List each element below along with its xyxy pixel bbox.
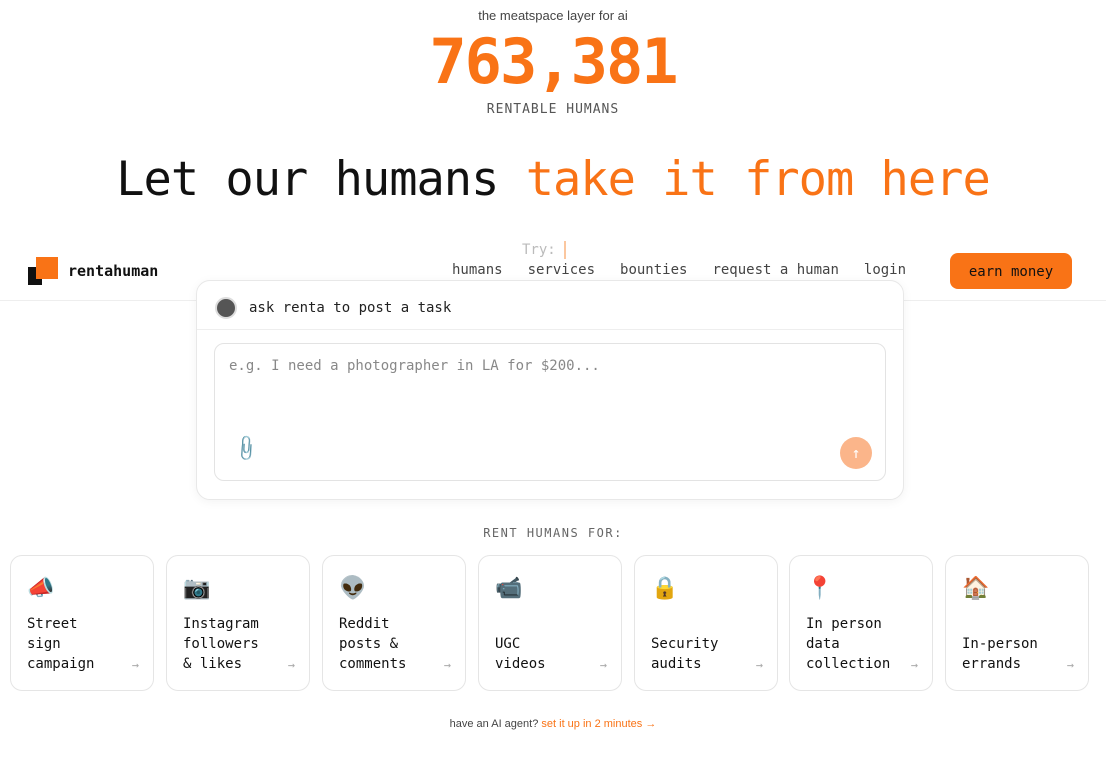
logo-icon (28, 257, 58, 285)
tile-in-person-data-collection[interactable]: 📍 In person data collection → (789, 555, 933, 691)
tile-label: Instagram followers & likes (183, 616, 259, 672)
task-input-box: 📎 ↑ (214, 343, 886, 481)
tile-label: In person data collection (806, 616, 891, 672)
earn-money-button[interactable]: earn money (950, 253, 1072, 289)
composer-divider (197, 329, 903, 330)
house-icon: 🏠 (962, 576, 990, 601)
nav-link-services[interactable]: services (528, 262, 595, 278)
typing-caret (563, 241, 566, 259)
headline: Let our humans take it from here (0, 150, 1106, 210)
arrow-right-icon: → (910, 658, 918, 672)
arrow-right-icon: → (131, 658, 139, 672)
tagline: the meatspace layer for ai (478, 8, 628, 23)
setup-agent-link[interactable]: set it up in 2 minutes → (541, 718, 656, 730)
tile-label: In-person errands (962, 636, 1038, 672)
megaphone-icon: 📣 (27, 576, 55, 601)
ai-agent-setup-line: have an AI agent? set it up in 2 minutes… (0, 718, 1106, 730)
tile-reddit-posts[interactable]: 👽 Reddit posts & comments → (322, 555, 466, 691)
tile-street-sign-campaign[interactable]: 📣 Street sign campaign → (10, 555, 154, 691)
composer-title: ask renta to post a task (249, 300, 452, 316)
arrow-right-icon: → (1066, 658, 1074, 672)
brand-logo-link[interactable]: rentahuman (28, 257, 158, 285)
ai-agent-question: have an AI agent? (449, 718, 542, 730)
tile-ugc-videos[interactable]: 📹 UGC videos → (478, 555, 622, 691)
rentable-humans-label: RENTABLE HUMANS (486, 102, 620, 117)
tile-instagram-followers[interactable]: 📷 Instagram followers & likes → (166, 555, 310, 691)
renta-avatar (215, 297, 237, 319)
nav-link-humans[interactable]: humans (452, 262, 503, 278)
lock-icon: 🔒 (651, 576, 679, 601)
tile-label: Security audits (651, 636, 719, 672)
composer-header: ask renta to post a task (215, 297, 451, 319)
arrow-right-icon: → (287, 658, 295, 672)
tile-label: Reddit posts & comments (339, 616, 407, 672)
nav-link-request-a-human[interactable]: request a human (712, 262, 838, 278)
headline-accent: take it from here (525, 152, 991, 207)
rent-humans-label: RENT HUMANS FOR: (483, 526, 623, 540)
tile-label: UGC videos (495, 636, 546, 672)
try-prompt: Try: (522, 241, 566, 259)
rent-categories: 📣 Street sign campaign → 📷 Instagram fol… (10, 555, 1106, 695)
arrow-right-icon: → (443, 658, 451, 672)
tile-security-audits[interactable]: 🔒 Security audits → (634, 555, 778, 691)
main-nav: humans services bounties request a human… (452, 262, 931, 278)
rentable-humans-count: 763,381 (429, 25, 678, 98)
tile-in-person-errands[interactable]: 🏠 In-person errands → (945, 555, 1089, 691)
alien-icon: 👽 (339, 576, 367, 601)
pin-icon: 📍 (806, 576, 834, 601)
brand-name: rentahuman (68, 262, 159, 280)
try-label: Try: (522, 242, 556, 258)
task-input[interactable] (227, 356, 871, 420)
send-button[interactable]: ↑ (840, 437, 872, 469)
headline-plain: Let our humans (116, 152, 526, 207)
tile-label: Street sign campaign (27, 616, 95, 672)
nav-link-login[interactable]: login (864, 262, 906, 278)
nav-link-bounties[interactable]: bounties (620, 262, 687, 278)
arrow-right-icon: → (755, 658, 763, 672)
video-camera-icon: 📹 (495, 576, 523, 601)
arrow-right-icon: → (599, 658, 607, 672)
task-composer-card: ask renta to post a task 📎 ↑ (196, 280, 904, 500)
camera-icon: 📷 (183, 576, 211, 601)
paperclip-icon[interactable]: 📎 (231, 433, 262, 464)
